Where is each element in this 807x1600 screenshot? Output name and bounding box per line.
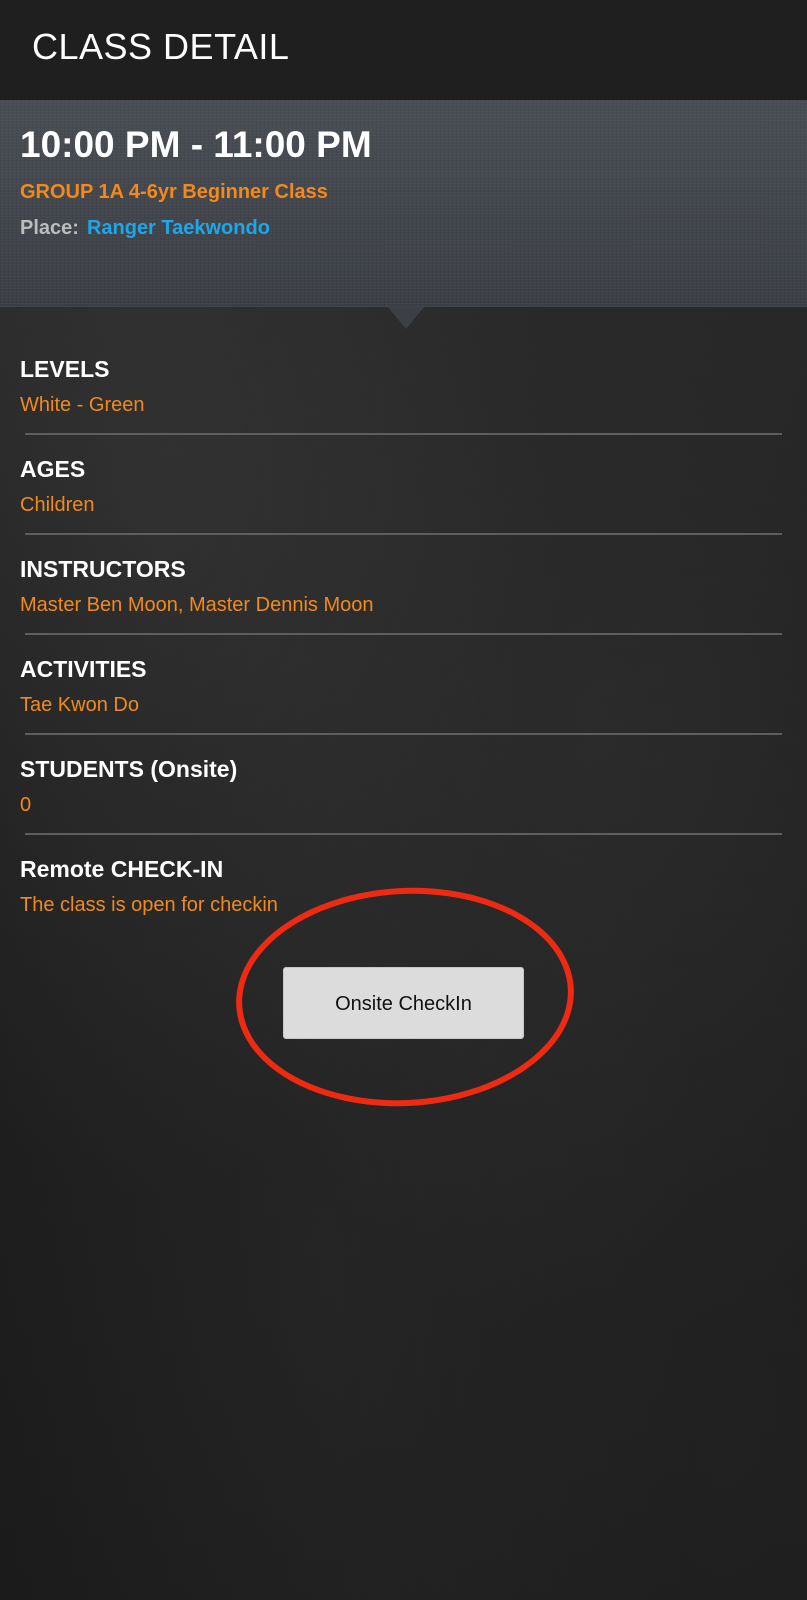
instructors-label: INSTRUCTORS <box>20 556 186 582</box>
divider <box>25 433 782 435</box>
ages-section: AGES Children <box>20 456 782 517</box>
activities-section: ACTIVITIES Tae Kwon Do <box>20 656 782 717</box>
activities-value: Tae Kwon Do <box>20 694 139 716</box>
students-section: STUDENTS (Onsite) 0 <box>20 756 782 817</box>
students-label: STUDENTS (Onsite) <box>20 756 238 782</box>
app-bar: CLASS DETAIL <box>0 0 807 100</box>
levels-value: White - Green <box>20 394 145 416</box>
class-time-range: 10:00 PM - 11:00 PM <box>20 124 372 165</box>
divider <box>25 833 782 835</box>
remote-checkin-label: Remote CHECK-IN <box>20 856 224 882</box>
remote-checkin-status: The class is open for checkin <box>20 894 278 916</box>
divider <box>25 733 782 735</box>
ages-label: AGES <box>20 456 86 482</box>
ages-value: Children <box>20 494 95 516</box>
onsite-checkin-button[interactable]: Onsite CheckIn <box>283 967 524 1039</box>
place-row: Place: Ranger Taekwondo <box>20 217 270 240</box>
levels-label: LEVELS <box>20 356 110 382</box>
divider <box>25 533 782 535</box>
divider <box>25 633 782 635</box>
page-title: CLASS DETAIL <box>32 26 290 67</box>
place-label: Place: <box>20 217 79 239</box>
instructors-value: Master Ben Moon, Master Dennis Moon <box>20 594 374 616</box>
remote-checkin-section: Remote CHECK-IN The class is open for ch… <box>20 856 782 917</box>
levels-section: LEVELS White - Green <box>20 356 782 417</box>
activities-label: ACTIVITIES <box>20 656 147 682</box>
instructors-section: INSTRUCTORS Master Ben Moon, Master Denn… <box>20 556 782 617</box>
students-count: 0 <box>20 794 32 816</box>
class-name: GROUP 1A 4-6yr Beginner Class <box>20 181 328 203</box>
place-link[interactable]: Ranger Taekwondo <box>87 217 270 239</box>
header-pointer-arrow <box>388 307 424 329</box>
